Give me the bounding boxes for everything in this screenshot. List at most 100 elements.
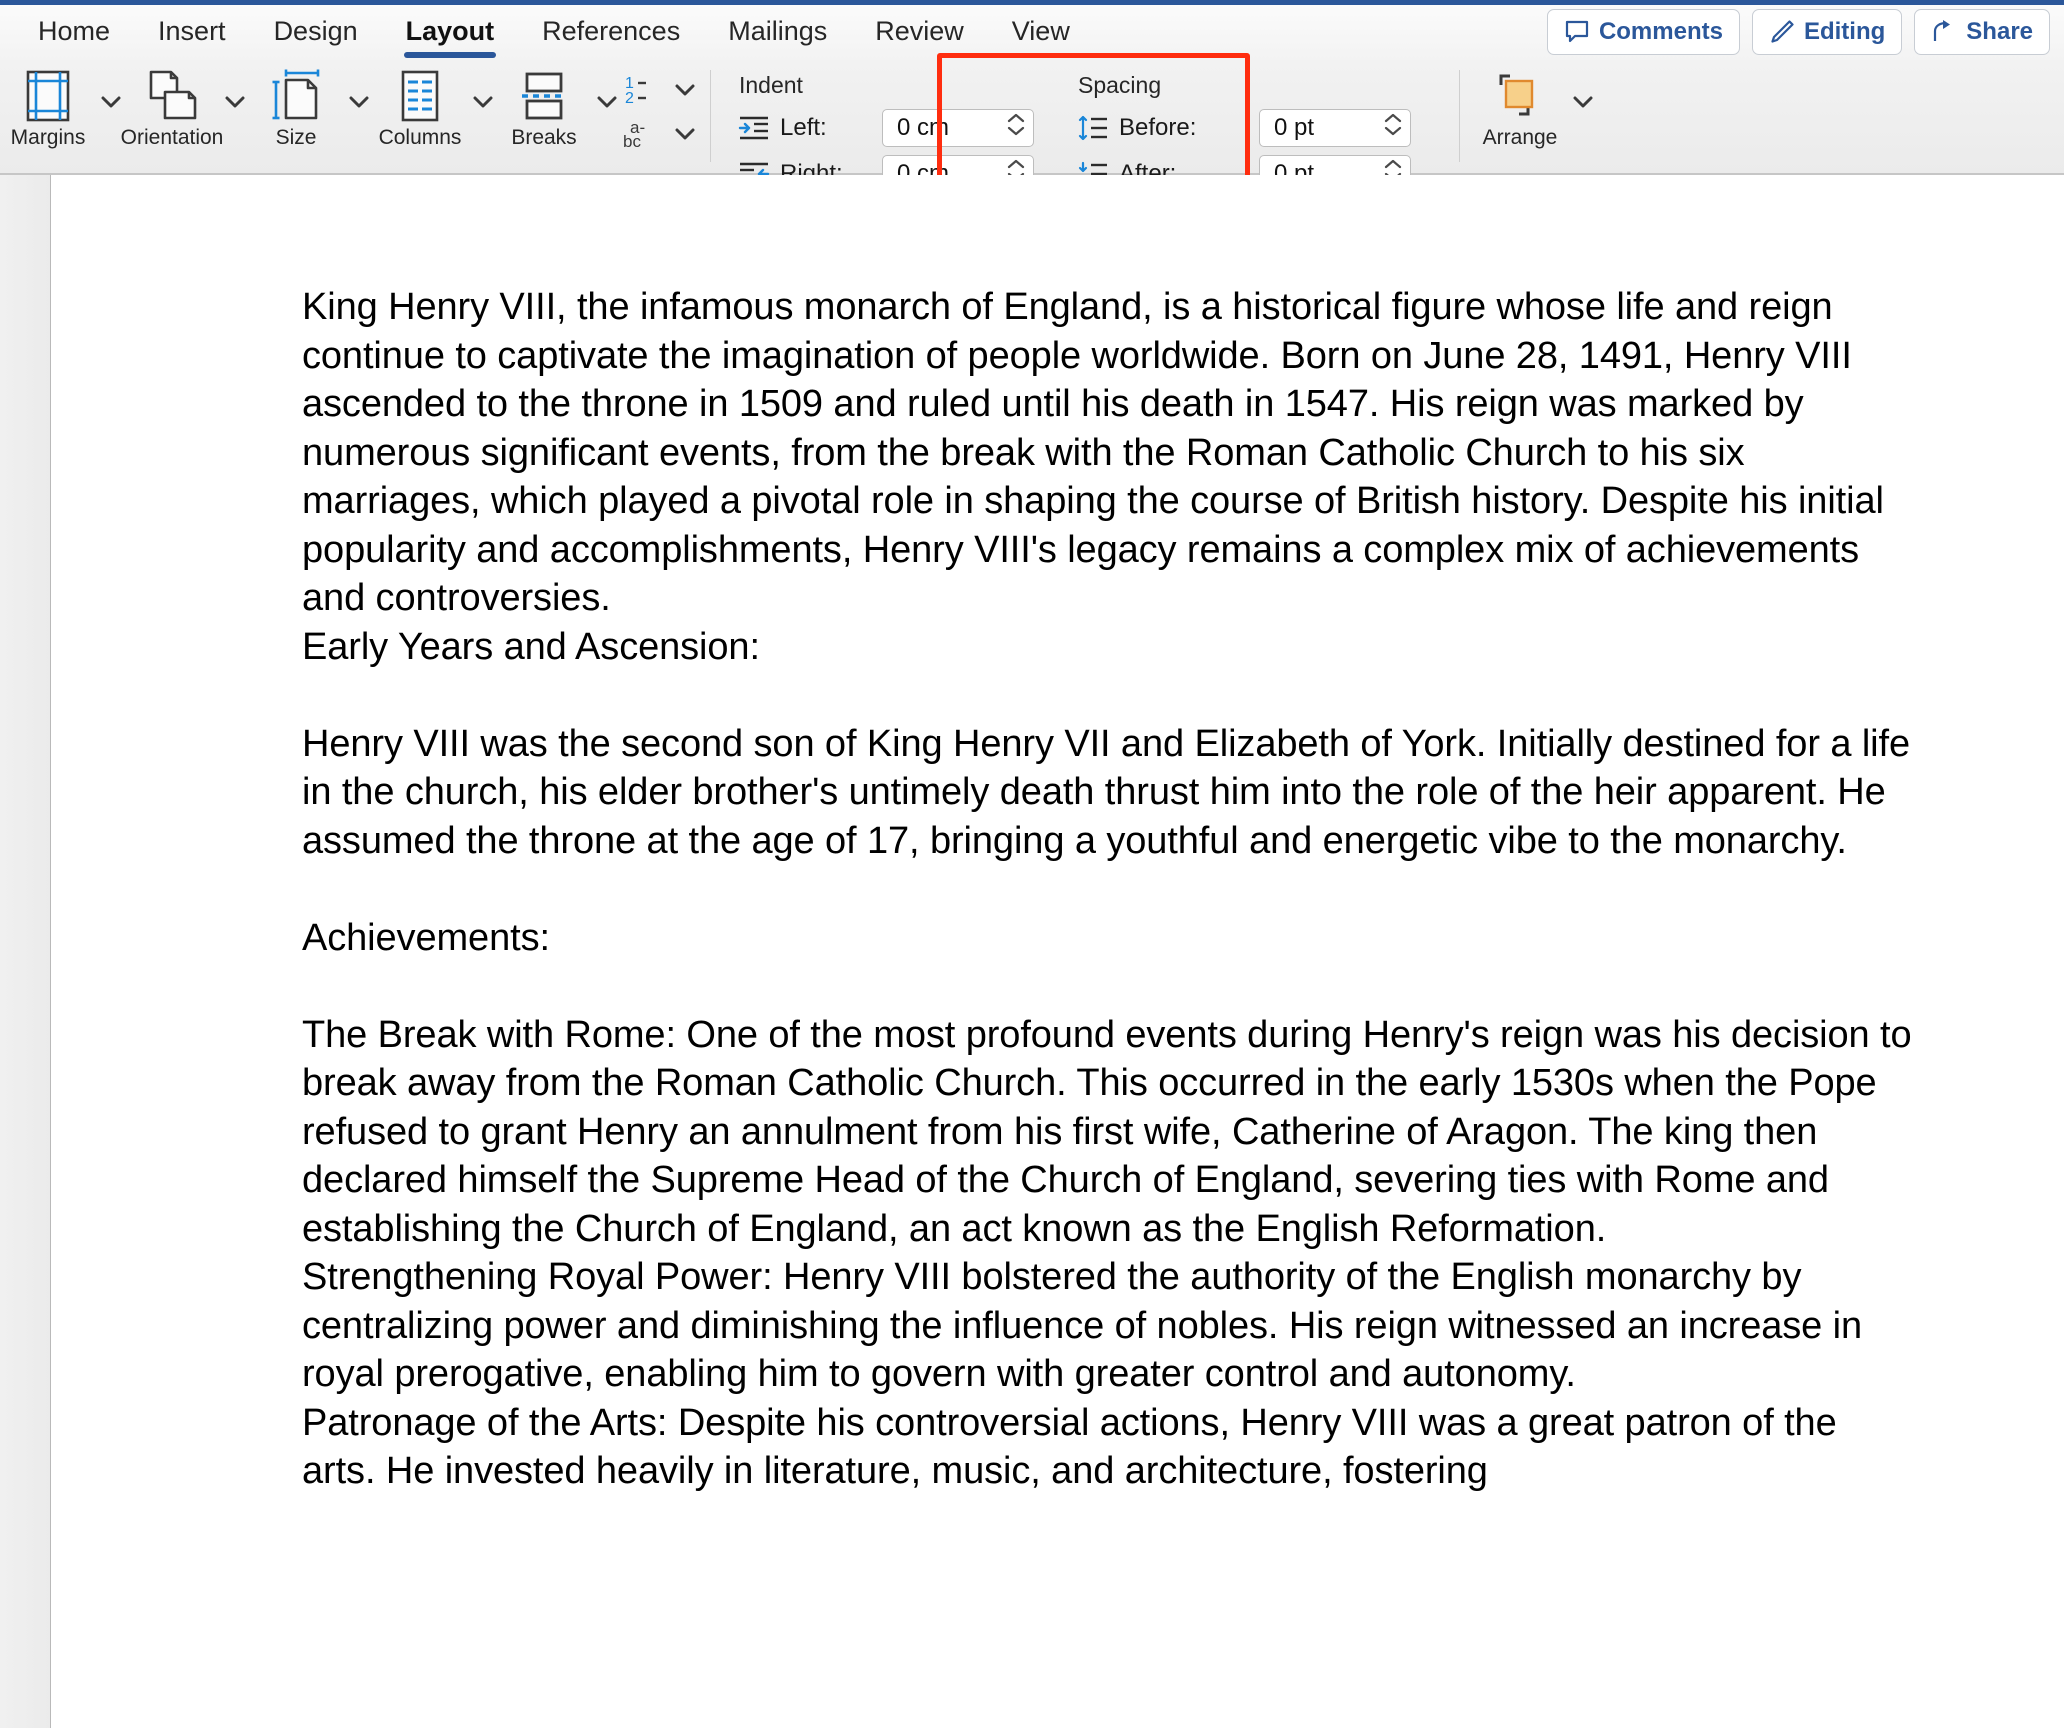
columns-label: Columns [378,126,462,149]
indent-left-label: Left: [780,113,827,141]
indent-left-input[interactable] [883,113,993,142]
columns-icon [395,68,445,124]
spacing-before-stepper[interactable] [1384,112,1402,137]
document-paragraph: King Henry VIII, the infamous monarch of… [302,286,1884,619]
margins-chevron-down-icon[interactable] [98,96,124,109]
document-paragraph: Patronage of the Arts: Despite his contr… [302,1401,1837,1493]
margins-label: Margins [10,126,86,149]
document-paragraph: Henry VIII was the second son of King He… [302,722,1911,862]
tab-review[interactable]: Review [851,5,988,60]
breaks-button[interactable]: Breaks [496,60,592,150]
line-numbers-chevron-down-icon[interactable] [672,84,698,97]
ribbon-tabstrip: Home Insert Design Layout References Mai… [0,5,2064,60]
orientation-control[interactable]: Orientation [121,60,248,150]
stepper-up-icon[interactable] [1007,158,1025,170]
hyphenation-chevron-down-icon[interactable] [672,128,698,141]
spacing-before-input[interactable] [1260,113,1370,142]
arrange-group: Arrange [1472,60,1596,175]
page-size-control[interactable]: Size [248,60,372,150]
tab-review-label: Review [875,16,964,46]
editing-button[interactable]: Editing [1751,9,1903,55]
columns-control[interactable]: Columns [372,60,496,150]
hyphenation-control[interactable]: a- bc [620,116,698,152]
margins-control[interactable]: Margins [0,60,124,150]
arrange-chevron-down-icon[interactable] [1570,96,1596,109]
indent-group-title: Indent [739,72,803,98]
indent-left-field[interactable] [882,108,1034,147]
document-paragraph-blank [302,671,1919,720]
orientation-label: Orientation [120,126,224,149]
arrange-objects-icon [1491,68,1549,124]
line-numbers-icon: 1 2 [620,72,664,108]
stepper-down-icon[interactable] [1007,125,1025,137]
breaks-chevron-down-icon[interactable] [594,96,620,109]
spacing-before-field[interactable] [1259,108,1411,147]
tab-insert[interactable]: Insert [134,5,250,60]
ribbon-layout-toolbar: Margins Orientation Size Columns Breaks … [0,53,2064,213]
margins-button[interactable]: Margins [0,60,96,150]
document-paragraph-blank [302,962,1919,1011]
hyphenation-icon: a- bc [620,116,664,152]
margins-icon [21,68,75,124]
indent-left-row: Left: [737,107,1034,148]
orientation-icon [143,68,201,124]
stepper-up-icon[interactable] [1384,112,1402,124]
document-body-text[interactable]: King Henry VIII, the infamous monarch of… [302,283,1919,1496]
breaks-control[interactable]: Breaks [496,60,620,150]
arrange-control[interactable]: Arrange [1472,60,1596,150]
spacing-before-icon [1076,113,1110,143]
page-setup-group: Margins Orientation Size Columns Breaks … [0,60,698,175]
page-size-chevron-down-icon[interactable] [346,96,372,109]
tab-insert-label: Insert [158,16,226,46]
arrange-button[interactable]: Arrange [1472,60,1568,150]
comment-bubble-icon [1564,19,1590,45]
page-size-label: Size [275,126,317,149]
columns-chevron-down-icon[interactable] [470,96,496,109]
ribbon-divider [1459,70,1460,162]
breaks-icon [518,68,570,124]
pencil-icon [1769,19,1795,45]
editing-button-label: Editing [1803,18,1886,45]
document-paragraph: Early Years and Ascension: [302,625,760,668]
tab-layout[interactable]: Layout [382,5,519,60]
ribbon-divider [710,70,711,162]
tab-view[interactable]: View [988,5,1094,60]
page-size-icon [268,68,324,124]
columns-button[interactable]: Columns [372,60,468,150]
tab-home-label: Home [38,16,111,46]
left-gutter [0,175,51,1728]
orientation-chevron-down-icon[interactable] [222,96,248,109]
comments-button[interactable]: Comments [1546,9,1740,55]
spacing-before-row: Before: [1076,107,1411,148]
stepper-up-icon[interactable] [1007,112,1025,124]
indent-left-icon [737,113,771,143]
spacing-before-label: Before: [1119,113,1197,141]
ribbon-right-actions: Comments Editing Share [1546,9,2050,55]
tab-view-label: View [1011,16,1070,46]
tab-design[interactable]: Design [250,5,382,60]
svg-text:bc: bc [623,132,641,151]
document-paragraph-blank [302,865,1919,914]
svg-text:2: 2 [625,90,634,107]
share-arrow-icon [1931,19,1957,45]
line-numbers-control[interactable]: 1 2 [620,72,698,108]
tab-references[interactable]: References [518,5,704,60]
breaks-label: Breaks [511,126,577,149]
document-paragraph: Achievements: [302,916,550,959]
tab-design-label: Design [273,16,358,46]
document-page[interactable]: King Henry VIII, the infamous monarch of… [52,175,2064,1728]
page-setup-small-buttons: 1 2 a- bc [620,60,698,152]
tab-references-label: References [542,16,681,46]
document-paragraph: The Break with Rome: One of the most pro… [302,1013,1912,1250]
share-button[interactable]: Share [1914,9,2050,55]
page-size-button[interactable]: Size [248,60,344,150]
document-paragraph: Strengthening Royal Power: Henry VIII bo… [302,1256,1863,1395]
stepper-up-icon[interactable] [1384,158,1402,170]
tab-mailings-label: Mailings [728,16,828,46]
indent-left-stepper[interactable] [1007,112,1025,137]
tab-home[interactable]: Home [14,5,134,60]
orientation-button[interactable]: Orientation [121,60,223,150]
tab-mailings[interactable]: Mailings [704,5,851,60]
document-canvas[interactable]: King Henry VIII, the infamous monarch of… [0,175,2064,1728]
stepper-down-icon[interactable] [1384,125,1402,137]
